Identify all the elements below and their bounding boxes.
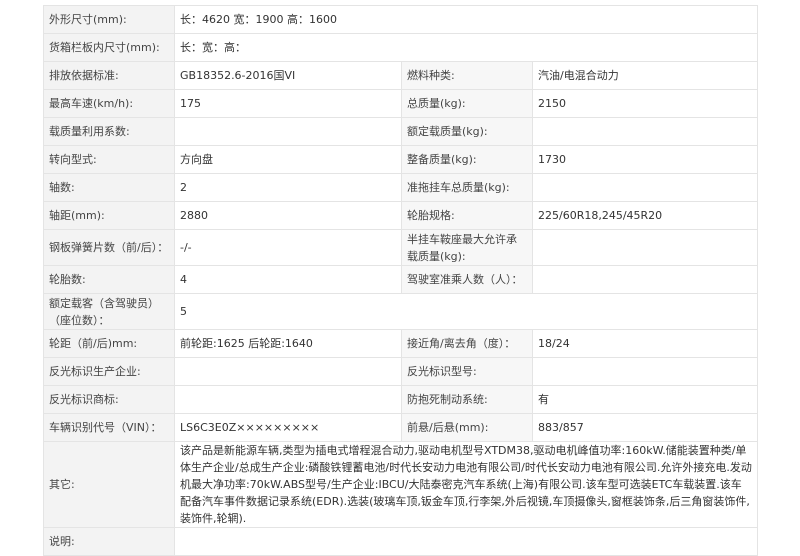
value-trailer-mass — [531, 173, 759, 202]
value-reflector-brand — [174, 385, 402, 414]
label-dimensions: 外形尺寸(mm): — [43, 5, 175, 34]
label-rated-load: 额定载质量(kg): — [401, 117, 533, 146]
value-leaf-spring: -/- — [174, 229, 402, 266]
label-reflector-model: 反光标识型号: — [401, 357, 533, 386]
row-notes: 说明: — [43, 527, 759, 556]
row-load-coefficient: 载质量利用系数: 额定载质量(kg): — [43, 117, 759, 146]
value-load-coefficient — [174, 117, 402, 146]
label-track: 轮距（前/后)mm: — [43, 329, 175, 358]
value-reflector-model — [531, 357, 759, 386]
label-cargo-box: 货箱栏板内尺寸(mm): — [43, 33, 175, 62]
label-remarks: 其它: — [43, 441, 175, 528]
label-cab-capacity: 驾驶室准乘人数（人）： — [401, 265, 533, 294]
label-reflector-maker: 反光标识生产企业: — [43, 357, 175, 386]
label-overhang: 前悬/后悬(mm): — [401, 413, 533, 442]
value-tire-spec: 225/60R18,245/45R20 — [531, 201, 759, 230]
value-rated-load — [531, 117, 759, 146]
value-total-mass: 2150 — [531, 89, 759, 118]
value-steering: 方向盘 — [174, 145, 402, 174]
value-reflector-maker — [174, 357, 402, 386]
value-remarks: 该产品是新能源车辆,类型为插电式增程混合动力,驱动电机型号XTDM38,驱动电机… — [173, 441, 759, 528]
row-wheelbase: 轴距(mm): 2880 轮胎规格: 225/60R18,245/45R20 — [43, 201, 759, 230]
row-cargo-box: 货箱栏板内尺寸(mm): 长：宽：高： — [43, 33, 759, 62]
value-overhang: 883/857 — [531, 413, 759, 442]
row-speed-mass: 最高车速(km/h): 175 总质量(kg): 2150 — [43, 89, 759, 118]
row-remarks: 其它: 该产品是新能源车辆,类型为插电式增程混合动力,驱动电机型号XTDM38,… — [43, 441, 759, 528]
row-reflector-maker: 反光标识生产企业: 反光标识型号: — [43, 357, 759, 386]
value-axles: 2 — [174, 173, 402, 202]
row-tire-count: 轮胎数: 4 驾驶室准乘人数（人）： — [43, 265, 759, 294]
label-vin: 车辆识别代号（VIN）： — [43, 413, 175, 442]
value-track: 前轮距:1625 后轮距:1640 — [174, 329, 402, 358]
label-saddle-load: 半挂车鞍座最大允许承载质量(kg): — [401, 229, 533, 266]
value-vin: LS6C3E0Z××××××××× — [174, 413, 402, 442]
value-wheelbase: 2880 — [174, 201, 402, 230]
label-fuel-type: 燃料种类: — [401, 61, 533, 90]
value-abs: 有 — [531, 385, 759, 414]
value-emission-standard: GB18352.6-2016国VI — [174, 61, 402, 90]
label-leaf-spring: 钢板弹簧片数（前/后）： — [43, 229, 175, 266]
label-steering: 转向型式: — [43, 145, 175, 174]
value-saddle-load — [531, 229, 759, 266]
label-seats: 额定载客（含驾驶员）（座位数）： — [43, 293, 175, 330]
value-max-speed: 175 — [174, 89, 402, 118]
row-seats: 额定载客（含驾驶员）（座位数）： 5 — [43, 293, 759, 330]
label-curb-mass: 整备质量(kg): — [401, 145, 533, 174]
row-emission-fuel: 排放依据标准: GB18352.6-2016国VI 燃料种类: 汽油/电混合动力 — [43, 61, 759, 90]
value-tire-count: 4 — [174, 265, 402, 294]
label-reflector-brand: 反光标识商标: — [43, 385, 175, 414]
label-axles: 轴数: — [43, 173, 175, 202]
label-tire-count: 轮胎数: — [43, 265, 175, 294]
row-axles: 轴数: 2 准拖挂车总质量(kg): — [43, 173, 759, 202]
value-dimensions: 长：4620 宽：1900 高：1600 — [173, 5, 759, 34]
row-leaf-spring: 钢板弹簧片数（前/后）： -/- 半挂车鞍座最大允许承载质量(kg): — [43, 229, 759, 266]
value-fuel-type: 汽油/电混合动力 — [531, 61, 759, 90]
label-trailer-mass: 准拖挂车总质量(kg): — [401, 173, 533, 202]
row-dimensions: 外形尺寸(mm): 长：4620 宽：1900 高：1600 — [43, 5, 759, 34]
label-wheelbase: 轴距(mm): — [43, 201, 175, 230]
value-cargo-box: 长：宽：高： — [173, 33, 759, 62]
row-steering: 转向型式: 方向盘 整备质量(kg): 1730 — [43, 145, 759, 174]
row-vin: 车辆识别代号（VIN）： LS6C3E0Z××××××××× 前悬/后悬(mm)… — [43, 413, 759, 442]
label-load-coefficient: 载质量利用系数: — [43, 117, 175, 146]
value-notes — [173, 527, 759, 556]
vehicle-spec-table: 外形尺寸(mm): 长：4620 宽：1900 高：1600 货箱栏板内尺寸(m… — [43, 5, 759, 556]
label-notes: 说明: — [43, 527, 175, 556]
label-total-mass: 总质量(kg): — [401, 89, 533, 118]
row-track: 轮距（前/后)mm: 前轮距:1625 后轮距:1640 接近角/离去角（度）：… — [43, 329, 759, 358]
value-curb-mass: 1730 — [531, 145, 759, 174]
row-reflector-brand: 反光标识商标: 防抱死制动系统: 有 — [43, 385, 759, 414]
label-tire-spec: 轮胎规格: — [401, 201, 533, 230]
label-approach-departure: 接近角/离去角（度）： — [401, 329, 533, 358]
label-abs: 防抱死制动系统: — [401, 385, 533, 414]
value-seats: 5 — [173, 293, 759, 330]
value-approach-departure: 18/24 — [531, 329, 759, 358]
label-max-speed: 最高车速(km/h): — [43, 89, 175, 118]
label-emission-standard: 排放依据标准: — [43, 61, 175, 90]
value-cab-capacity — [531, 265, 759, 294]
